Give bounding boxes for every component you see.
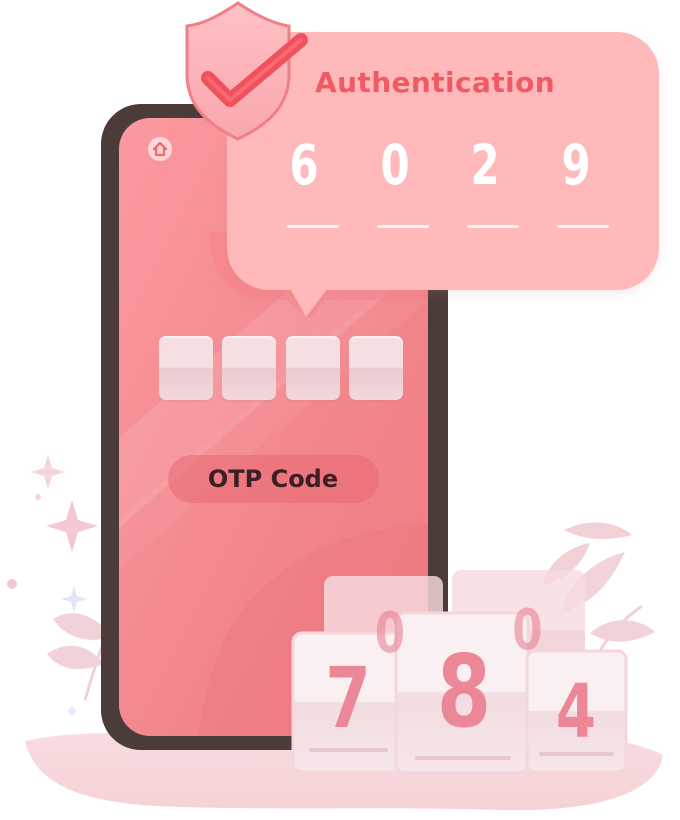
- digit-underline: [557, 225, 609, 228]
- auth-digit: 9: [561, 133, 591, 197]
- sparkle-icon: [61, 586, 87, 612]
- back-card-number: 0: [374, 601, 406, 666]
- otp-illustration: Authentication 6 0 2 9 OTP Code 0 0 7 8 …: [0, 0, 680, 820]
- leaf-icon: [564, 522, 632, 540]
- leaf-icon: [47, 645, 104, 670]
- auth-digit: 6: [289, 133, 319, 197]
- home-icon[interactable]: [146, 135, 174, 163]
- digit-underline: [287, 225, 339, 228]
- otp-slot[interactable]: [222, 336, 276, 400]
- card-number: 7: [325, 649, 371, 747]
- auth-digit: 0: [380, 133, 410, 197]
- otp-slot[interactable]: [159, 336, 213, 400]
- authentication-title: Authentication: [315, 66, 556, 99]
- otp-slot[interactable]: [286, 336, 340, 400]
- card-number: 4: [555, 669, 597, 755]
- sparkle-icon: [31, 455, 65, 489]
- back-card-number: 0: [512, 598, 543, 663]
- otp-code-label: OTP Code: [207, 465, 339, 493]
- digit-underline: [377, 225, 429, 228]
- leaf-icon: [590, 620, 655, 642]
- sparkle-icon: [46, 500, 98, 552]
- auth-digit: 2: [470, 133, 500, 197]
- card-number: 8: [436, 633, 492, 750]
- otp-slot[interactable]: [349, 336, 403, 400]
- digit-underline: [467, 225, 519, 228]
